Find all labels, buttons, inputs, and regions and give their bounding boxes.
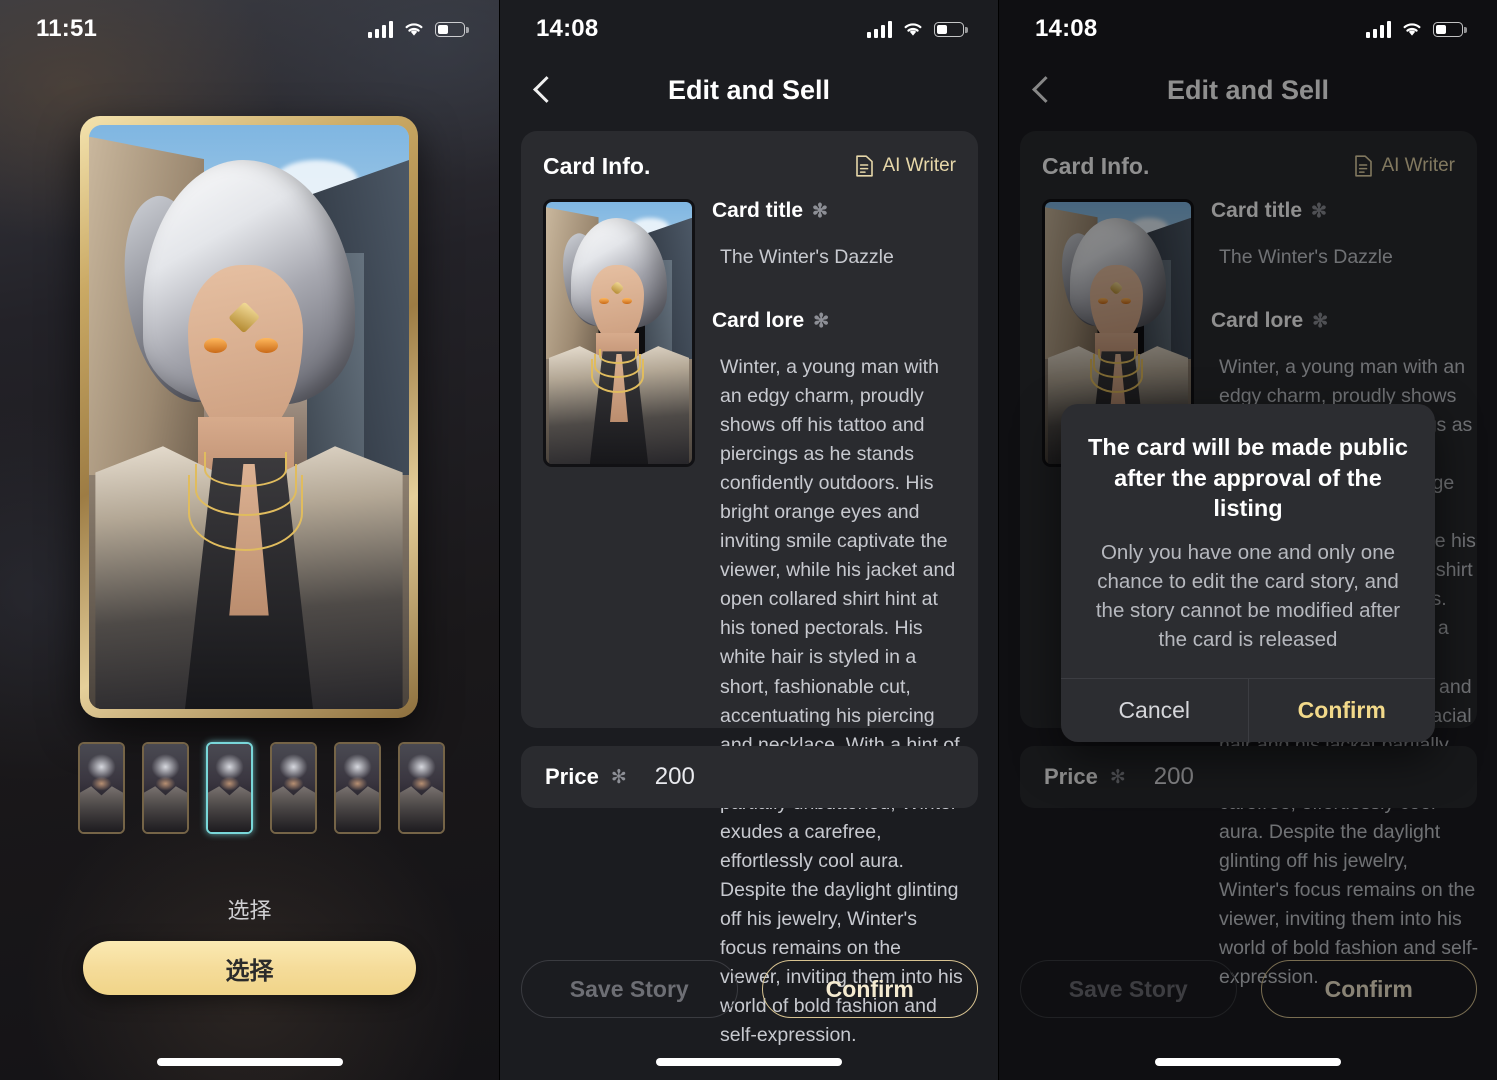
card-info-panel: Card Info. AI Writer Card title ✻ The Wi… [521,131,978,1046]
card-lore-label: Card lore [712,309,805,332]
thumbnail-item-3-selected[interactable] [206,742,253,834]
dialog-cancel-button[interactable]: Cancel [1061,679,1248,742]
save-story-button[interactable]: Save Story [521,960,738,1018]
status-time: 11:51 [36,15,98,42]
thumbnail-item-1[interactable] [78,742,125,834]
page-title: Edit and Sell [667,74,831,105]
thumbnail-strip[interactable] [78,742,445,834]
dialog-title: The card will be made public after the a… [1088,434,1408,522]
hero-card-artwork [89,125,409,709]
status-bar: 14:08 [999,0,1497,58]
wifi-icon [403,21,425,38]
card-info-title: Card Info. [543,152,651,179]
battery-icon [435,21,469,37]
screen-card-picker: 11:51 选择 选择 [0,0,499,1080]
card-lore-label-row: Card lore ✻ [712,309,956,333]
picker-hint-label: 选择 [227,898,272,923]
status-time: 14:08 [536,15,599,42]
status-bar: 14:08 [500,0,998,58]
thumbnail-item-5[interactable] [334,742,381,834]
card-info-body: Card title ✻ The Winter's Dazzle Card lo… [543,199,963,1050]
home-indicator [156,1058,343,1066]
required-asterisk-icon: ✻ [812,200,828,222]
nav-bar: Edit and Sell [500,62,998,118]
home-indicator [656,1058,842,1066]
card-lore-input[interactable]: Winter, a young man with an edgy charm, … [712,353,964,1050]
screen-edit-and-sell: 14:08 Edit and Sell Card Info. AI Writer… [499,0,998,1080]
cellular-signal-icon [367,20,393,38]
card-title-input[interactable]: The Winter's Dazzle [712,246,956,269]
card-title-label-row: Card title ✻ [712,199,956,223]
status-time: 14:08 [1035,15,1098,42]
status-bar: 11:51 [0,0,499,58]
thumbnail-item-6[interactable] [398,742,445,834]
required-asterisk-icon: ✻ [610,766,627,788]
character-illustration [89,125,409,709]
document-text-icon [855,155,874,177]
battery-icon [1433,21,1467,37]
dialog-confirm-button[interactable]: Confirm [1247,679,1436,743]
screenshot-strip: 11:51 选择 选择 14:08 Edit and Sell Card Inf… [0,0,1497,1080]
required-asterisk-icon: ✻ [813,310,830,332]
cellular-signal-icon [866,20,892,38]
status-icons [1365,20,1467,38]
price-field[interactable]: Price ✻ 200 [521,746,978,808]
status-icons [367,20,469,38]
character-illustration [546,202,692,464]
card-title-label: Card title [712,199,804,222]
card-info-header: Card Info. AI Writer [543,151,956,181]
status-icons [866,20,968,38]
dialog-body: The card will be made public after the a… [1061,404,1435,678]
cellular-signal-icon [1365,20,1391,38]
card-preview-thumbnail[interactable] [543,199,695,467]
home-indicator [1155,1058,1341,1066]
ai-writer-button[interactable]: AI Writer [855,155,956,177]
hero-card-frame[interactable] [80,116,418,718]
confirm-button[interactable]: Confirm [761,960,978,1018]
thumbnail-item-4[interactable] [270,742,317,834]
back-chevron-left-icon[interactable] [526,73,560,107]
select-button[interactable]: 选择 [83,941,416,995]
action-button-row: Save Story Confirm [521,960,978,1018]
screen-edit-and-sell-with-dialog: 14:08 Edit and Sell Card Info. AI Writer… [998,0,1497,1080]
wifi-icon [902,21,924,38]
ai-writer-label: AI Writer [882,155,956,176]
dialog-message: Only you have one and only one chance to… [1095,540,1401,651]
battery-icon [934,21,968,37]
wifi-icon [1401,21,1423,38]
thumbnail-item-2[interactable] [142,742,189,834]
dialog-actions: Cancel Confirm [1061,678,1436,743]
card-fields: Card title ✻ The Winter's Dazzle Card lo… [712,199,963,1050]
price-input-value[interactable]: 200 [655,763,695,791]
price-label: Price [545,764,599,789]
confirm-dialog: The card will be made public after the a… [1061,404,1436,743]
